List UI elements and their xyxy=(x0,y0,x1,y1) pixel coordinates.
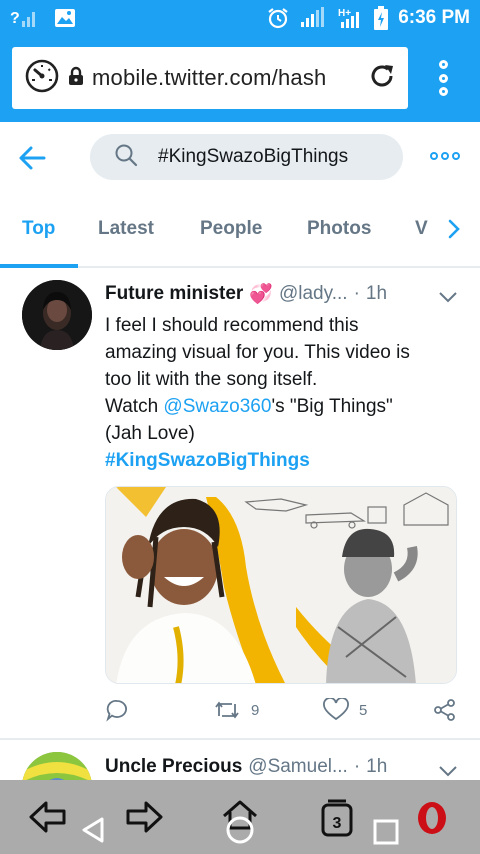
tab-videos[interactable]: V xyxy=(415,218,428,240)
tweet-text: I feel I should recommend this amazing v… xyxy=(105,312,465,474)
browser-bottom-nav: 3 xyxy=(0,780,480,854)
tweet[interactable]: Future minister 💞 @lady... · 1h I feel I… xyxy=(0,268,480,740)
search-icon xyxy=(114,143,138,172)
tweet-text-line: too lit with the song itself. xyxy=(105,369,318,390)
share-button[interactable] xyxy=(433,698,457,722)
menu-dot-icon xyxy=(438,73,448,83)
chevron-right-icon[interactable] xyxy=(445,218,463,240)
cell-signal-icon xyxy=(300,7,328,29)
search-query[interactable]: #KingSwazoBigThings xyxy=(158,146,348,168)
search-tabs: Top Latest People Photos V xyxy=(0,194,480,266)
tweet-time[interactable]: 1h xyxy=(366,283,387,305)
status-bar: ? H+ 6:36 PM xyxy=(0,0,480,36)
menu-dot-icon xyxy=(438,87,448,96)
tab-latest[interactable]: Latest xyxy=(98,218,154,240)
address-bar[interactable]: mobile.twitter.com/hash xyxy=(12,47,408,109)
author-name[interactable]: Future minister xyxy=(105,283,243,305)
search-input[interactable]: #KingSwazoBigThings xyxy=(90,134,403,180)
like-count: 5 xyxy=(359,701,368,719)
dot-icon xyxy=(430,152,438,160)
back-icon[interactable] xyxy=(28,800,68,834)
alarm-icon xyxy=(266,6,290,30)
back-arrow-icon[interactable] xyxy=(18,144,50,172)
tweet-header: Future minister 💞 @lady... · 1h xyxy=(105,282,465,306)
separator-dot: · xyxy=(353,756,361,777)
avatar[interactable] xyxy=(22,752,92,780)
retweet-icon xyxy=(215,701,239,719)
tab-top[interactable]: Top xyxy=(22,218,55,240)
retweet-count: 9 xyxy=(251,701,260,719)
chevron-down-icon[interactable] xyxy=(438,764,458,777)
tweet-text-line: amazing visual for you. This video is xyxy=(105,342,410,363)
author-handle[interactable]: @lady... xyxy=(279,283,348,305)
author-handle[interactable]: @Samuel... xyxy=(248,756,348,778)
tweet-actions: 9 5 xyxy=(105,698,465,728)
dot-icon xyxy=(441,152,449,160)
network-type-icon: H+ xyxy=(338,6,364,30)
tweet[interactable]: Uncle Precious @Samuel... · 1h xyxy=(0,740,480,780)
hashtag-link[interactable]: #KingSwazoBigThings xyxy=(105,447,465,474)
tweet-text-line: (Jah Love) xyxy=(105,423,195,444)
browser-toolbar: mobile.twitter.com/hash xyxy=(0,36,480,122)
share-icon xyxy=(434,699,455,721)
signal-unknown-icon: ? xyxy=(10,7,40,29)
browser-menu-button[interactable] xyxy=(425,58,461,98)
tabs-button[interactable]: 3 xyxy=(318,798,356,838)
heart-emoji: 💞 xyxy=(249,284,273,305)
chevron-down-icon[interactable] xyxy=(438,290,458,303)
clock-time: 6:36 PM xyxy=(398,7,470,28)
heart-icon xyxy=(323,698,349,721)
svg-text:H+: H+ xyxy=(338,8,351,19)
opera-menu-icon[interactable] xyxy=(415,800,449,836)
speed-dial-icon[interactable] xyxy=(24,58,60,99)
system-back-icon[interactable] xyxy=(80,816,106,844)
tweet-header: Uncle Precious @Samuel... · 1h xyxy=(105,756,465,778)
reload-icon[interactable] xyxy=(368,62,396,95)
separator-dot: · xyxy=(353,283,360,304)
battery-charging-icon xyxy=(374,6,389,30)
retweet-button[interactable]: 9 xyxy=(213,698,259,722)
lock-icon xyxy=(68,66,84,91)
like-button[interactable]: 5 xyxy=(323,698,367,722)
watch-text: Watch xyxy=(105,396,164,417)
more-options-button[interactable] xyxy=(430,152,460,160)
author-name[interactable]: Uncle Precious xyxy=(105,756,242,778)
mention-link[interactable]: @Swazo360 xyxy=(163,396,271,417)
gallery-icon xyxy=(54,8,76,28)
svg-text:3: 3 xyxy=(333,815,342,832)
tab-people[interactable]: People xyxy=(200,218,262,240)
reply-icon xyxy=(106,700,127,722)
tweet-media-image[interactable] xyxy=(105,486,457,684)
home-icon[interactable] xyxy=(220,798,260,844)
tweet-text-line: Watch @Swazo360's "Big Things" xyxy=(105,393,465,420)
dot-icon xyxy=(452,152,460,160)
recent-apps-icon[interactable] xyxy=(372,818,400,846)
tweet-time[interactable]: 1h xyxy=(366,756,387,778)
tweet-text-line: I feel I should recommend this xyxy=(105,315,359,336)
forward-icon[interactable] xyxy=(124,800,164,834)
avatar[interactable] xyxy=(22,280,92,350)
song-title-text: 's "Big Things" xyxy=(271,396,393,417)
svg-text:?: ? xyxy=(10,10,20,27)
url-text[interactable]: mobile.twitter.com/hash xyxy=(92,65,360,91)
reply-button[interactable] xyxy=(105,698,129,722)
search-header: #KingSwazoBigThings xyxy=(0,122,480,194)
menu-dot-icon xyxy=(438,60,448,69)
tab-photos[interactable]: Photos xyxy=(307,218,371,240)
